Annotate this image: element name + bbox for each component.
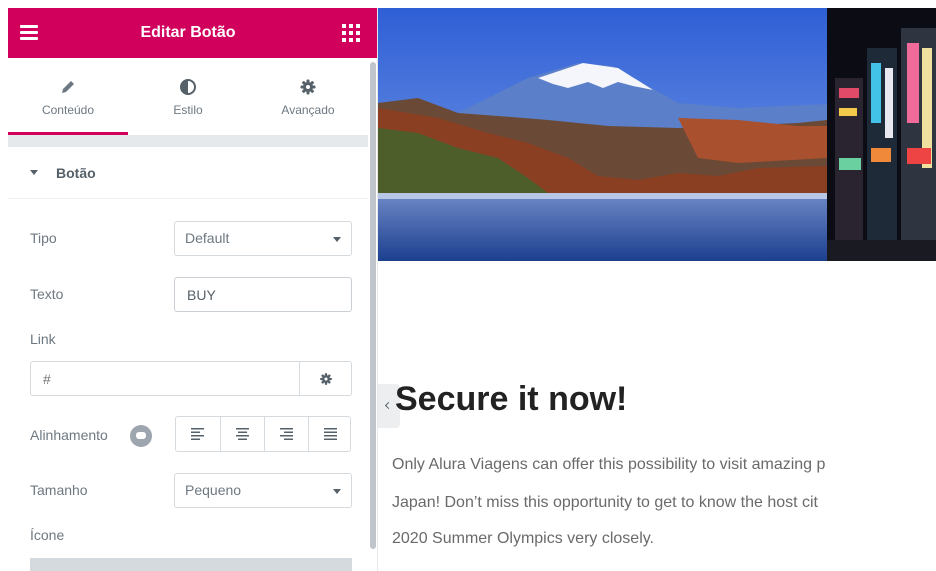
tab-label: Estilo [173,103,203,117]
align-center-button[interactable] [220,417,264,451]
section-title: Botão [56,165,96,181]
align-justify-button[interactable] [308,417,352,451]
link-field [30,361,352,396]
alignment-button-group [175,416,351,452]
tamanho-select-value: Pequeno [185,482,242,498]
pencil-icon [8,78,128,96]
mount-fuji-image [378,8,827,261]
tipo-label: Tipo [30,230,57,246]
paragraph-line: Japan! Don’t miss this opportunity to ge… [392,494,818,511]
tab-avancado[interactable]: Avançado [248,58,368,134]
align-justify-icon [324,428,337,440]
tipo-select-value: Default [185,230,230,246]
gear-icon [248,78,368,96]
tipo-select[interactable]: Default [174,221,352,256]
tab-conteudo[interactable]: Conteúdo [8,58,128,135]
paragraph-line: 2020 Summer Olympics very closely. [392,530,654,547]
page-preview: Secure it now! Only Alura Viagens can of… [378,8,936,571]
section-separator [8,135,368,147]
texto-label: Texto [30,286,64,302]
chevron-down-icon [333,489,341,494]
alinhamento-label: Alinhamento [30,427,108,443]
panel-tabs: Conteúdo Estilo Avançado [8,58,368,135]
contrast-circle-icon [128,78,248,96]
align-left-button[interactable] [176,417,220,451]
align-right-button[interactable] [264,417,308,451]
chevron-left-icon [384,401,393,410]
panel-scrollbar [368,58,377,571]
tamanho-label: Tamanho [30,482,88,498]
paragraph-line: Only Alura Viagens can offer this possib… [392,456,826,473]
tokyo-city-image [827,8,936,261]
link-input[interactable] [31,362,299,395]
panel-header: Editar Botão [8,8,377,58]
tamanho-select[interactable]: Pequeno [174,473,352,508]
widgets-grid-icon[interactable] [342,24,360,42]
caret-down-icon [30,170,38,175]
tab-estilo[interactable]: Estilo [128,58,248,134]
icone-label: Ícone [30,527,65,543]
section-header-botao[interactable]: Botão [8,147,368,199]
link-options-button[interactable] [299,362,351,395]
gear-icon [320,373,332,385]
panel-title: Editar Botão [140,24,236,41]
icon-picker-area[interactable] [30,558,352,571]
scrollbar-thumb[interactable] [370,62,376,549]
section-heading: Secure it now! [395,380,628,418]
align-right-icon [280,428,293,440]
tab-label: Avançado [281,103,335,117]
editor-panel: Editar Botão Conteúdo Estilo Avançado Bo… [8,8,378,571]
link-label: Link [30,331,56,347]
responsive-device-icon[interactable] [130,425,152,447]
align-center-icon [236,428,249,440]
tab-label: Conteúdo [41,103,95,117]
texto-input[interactable] [174,277,352,312]
align-left-icon [191,428,204,440]
chevron-down-icon [333,237,341,242]
